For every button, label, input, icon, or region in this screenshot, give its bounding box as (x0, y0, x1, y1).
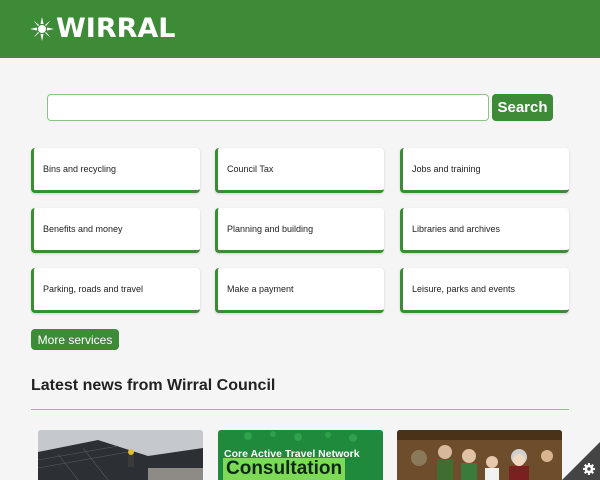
gear-icon (562, 442, 600, 480)
service-tile-payment[interactable]: Make a payment (215, 268, 384, 313)
more-services-button[interactable]: More services (31, 329, 119, 350)
leaf-pattern-decoration (244, 431, 357, 442)
news-heading: Latest news from Wirral Council (31, 377, 276, 394)
news-card-rooftop[interactable] (38, 430, 203, 480)
service-tile-jobs[interactable]: Jobs and training (400, 148, 569, 193)
service-tile-parking[interactable]: Parking, roads and travel (31, 268, 200, 313)
service-tile-council-tax[interactable]: Council Tax (215, 148, 384, 193)
card-title-line2: Consultation (223, 458, 346, 480)
search-input[interactable] (47, 94, 489, 121)
service-tile-bins[interactable]: Bins and recycling (31, 148, 200, 193)
service-tile-benefits[interactable]: Benefits and money (31, 208, 200, 253)
wirral-logo[interactable]: WIRRAL (30, 14, 176, 44)
service-tile-planning[interactable]: Planning and building (215, 208, 384, 253)
starburst-logo-icon (30, 17, 54, 41)
cookie-settings-button[interactable] (562, 442, 600, 480)
search-button[interactable]: Search (492, 94, 553, 121)
news-divider (31, 409, 569, 410)
performers-image (397, 430, 562, 480)
site-header: WIRRAL (0, 0, 600, 58)
logo-text: WIRRAL (56, 13, 176, 44)
rooftop-solar-image (38, 430, 203, 480)
news-card-active-travel[interactable]: Core Active Travel Network Consultation (218, 430, 383, 480)
service-tile-libraries[interactable]: Libraries and archives (400, 208, 569, 253)
news-card-performers[interactable] (397, 430, 562, 480)
service-tile-leisure[interactable]: Leisure, parks and events (400, 268, 569, 313)
